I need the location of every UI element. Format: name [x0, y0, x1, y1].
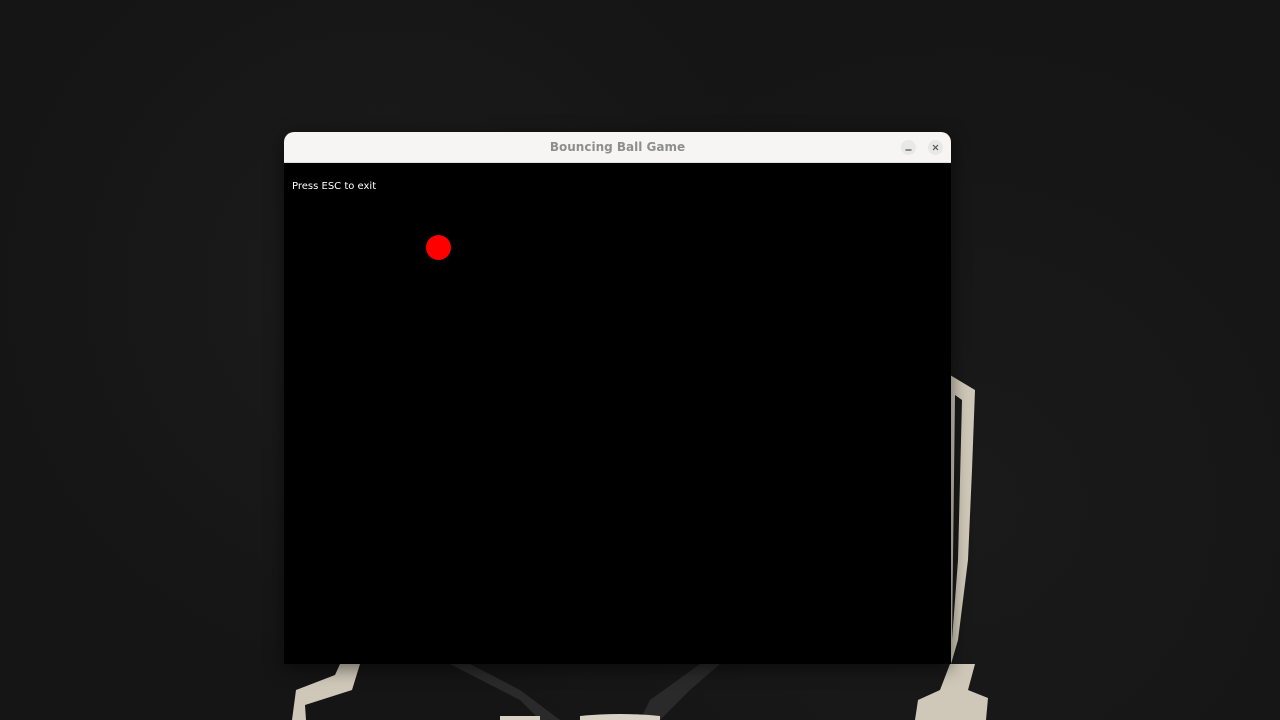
close-icon — [932, 144, 939, 151]
minimize-button[interactable] — [901, 140, 916, 155]
exit-hint-text: Press ESC to exit — [292, 181, 377, 192]
game-window: Bouncing Ball Game Press ESC to exit — [284, 132, 951, 664]
close-button[interactable] — [928, 140, 943, 155]
window-titlebar[interactable]: Bouncing Ball Game — [284, 132, 951, 163]
ball — [426, 235, 451, 260]
window-title: Bouncing Ball Game — [549, 140, 686, 154]
minimize-icon — [905, 149, 912, 151]
game-canvas[interactable] — [284, 163, 951, 664]
